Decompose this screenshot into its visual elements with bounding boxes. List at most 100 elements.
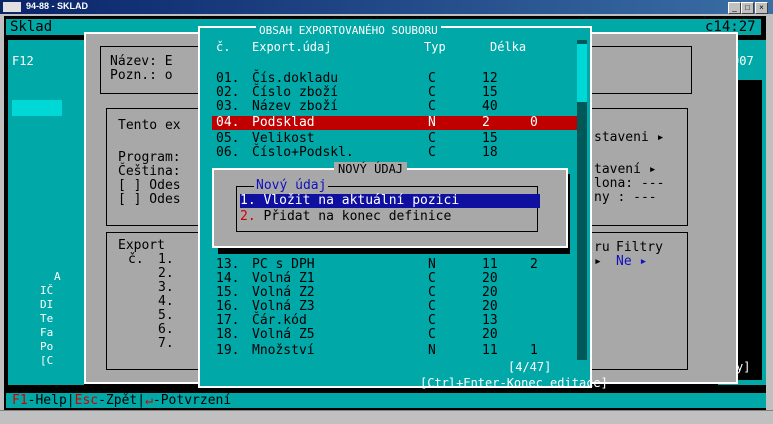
help-key[interactable]: F1 <box>12 393 28 408</box>
export-row-type[interactable]: C <box>428 86 436 100</box>
export-row-type[interactable]: C <box>428 72 436 86</box>
option-label: Vložit na aktuální pozici <box>263 193 460 208</box>
export-row-len[interactable]: 20 <box>482 300 498 314</box>
name-label: Název: E <box>110 54 173 69</box>
export-row-type[interactable]: N <box>428 116 436 130</box>
settings-link-2[interactable]: tavení ▸ <box>594 162 657 177</box>
right-panel-bottom: y] <box>736 360 751 374</box>
program-label: Program: <box>118 150 181 165</box>
export-row-len[interactable]: 2 <box>482 116 490 130</box>
left-row: [C <box>40 354 54 367</box>
export-row-number[interactable]: 18. <box>216 328 239 342</box>
send-checkbox-1[interactable]: [ ] Odes <box>118 178 181 193</box>
export-row-number[interactable]: 19. <box>216 344 239 358</box>
export-row-number[interactable]: 14. <box>216 272 239 286</box>
left-row: Fa <box>40 326 54 339</box>
export-number: 2. <box>158 266 174 281</box>
export-row-len[interactable]: 15 <box>482 86 498 100</box>
enter-key-icon[interactable]: ↵ <box>145 393 153 408</box>
export-row-len[interactable]: 13 <box>482 314 498 328</box>
export-row-name[interactable]: Čís.dokladu <box>252 72 338 86</box>
export-row-name[interactable]: Množství <box>252 344 315 358</box>
export-row-len[interactable]: 20 <box>482 328 498 342</box>
export-row-len[interactable]: 40 <box>482 100 498 114</box>
left-panel-key: F12 <box>12 54 34 68</box>
export-row-number[interactable]: 05. <box>216 132 239 146</box>
option-label: Přidat na konec definice <box>263 209 452 224</box>
export-row-name[interactable]: Čár.kód <box>252 314 307 328</box>
cestina-label: Čeština: <box>118 164 181 179</box>
column-number: č. <box>216 40 231 54</box>
export-row-number[interactable]: 13. <box>216 258 239 272</box>
app-name: Sklad <box>10 19 53 35</box>
export-row-name[interactable]: Název zboží <box>252 100 338 114</box>
export-number: 5. <box>158 308 174 323</box>
export-row-number[interactable]: 02. <box>216 86 239 100</box>
row-counter: [4/47] <box>508 360 552 374</box>
minimize-icon[interactable]: _ <box>728 2 741 14</box>
export-row-type[interactable]: N <box>428 258 436 272</box>
export-row-name[interactable]: Číslo zboží <box>252 86 338 100</box>
export-row-type[interactable]: C <box>428 100 436 114</box>
confirm-text: -Potvrzení <box>152 393 232 408</box>
export-row-len[interactable]: 12 <box>482 72 498 86</box>
export-number: 7. <box>158 336 174 351</box>
option-number: 2. <box>240 209 256 224</box>
export-row-type[interactable]: N <box>428 344 436 358</box>
maximize-icon[interactable]: □ <box>741 2 754 14</box>
modal-group-label: Nový údaj <box>254 178 329 193</box>
export-row-number[interactable]: 16. <box>216 300 239 314</box>
option-insert-at-position[interactable]: 1. Vložit na aktuální pozici <box>240 194 540 208</box>
export-row-dec[interactable]: 0 <box>530 116 538 130</box>
export-row-type[interactable]: C <box>428 286 436 300</box>
export-row-len[interactable]: 20 <box>482 286 498 300</box>
export-row-name[interactable]: Velikost <box>252 132 315 146</box>
export-row-number[interactable]: 01. <box>216 72 239 86</box>
export-row-type[interactable]: C <box>428 272 436 286</box>
send-checkbox-2[interactable]: [ ] Odes <box>118 192 181 207</box>
column-type: Typ <box>424 40 446 54</box>
export-row-number[interactable]: 06. <box>216 146 239 160</box>
export-row-name[interactable]: Volná Z1 <box>252 272 315 286</box>
export-row-type[interactable]: C <box>428 132 436 146</box>
export-row-number[interactable]: 03. <box>216 100 239 114</box>
export-row-type[interactable]: C <box>428 314 436 328</box>
export-row-len[interactable]: 11 <box>482 258 498 272</box>
export-number: 6. <box>158 322 174 337</box>
export-row-len[interactable]: 20 <box>482 272 498 286</box>
export-number-header: č. <box>128 252 144 267</box>
export-scroll-thumb[interactable] <box>577 44 587 102</box>
close-icon[interactable]: × <box>755 2 768 14</box>
export-row-type[interactable]: C <box>428 300 436 314</box>
back-key[interactable]: Esc <box>75 393 98 408</box>
export-row-type[interactable]: C <box>428 328 436 342</box>
export-row-name[interactable]: Volná Z3 <box>252 300 315 314</box>
export-label: Export <box>118 238 165 253</box>
export-row-dec[interactable]: 1 <box>530 344 538 358</box>
export-row-dec[interactable]: 2 <box>530 258 538 272</box>
left-row: A <box>54 270 61 283</box>
option-append-to-end[interactable]: 2. Přidat na konec definice <box>240 210 540 224</box>
export-row-number[interactable]: 17. <box>216 314 239 328</box>
left-panel-selection <box>12 100 62 116</box>
horizontal-scrollbar[interactable] <box>0 410 773 424</box>
settings-link-1[interactable]: staveni ▸ <box>594 130 664 145</box>
help-text: -Help| <box>27 393 75 408</box>
export-row-name[interactable]: PC s DPH <box>252 258 315 272</box>
export-row-name[interactable]: Volná Z5 <box>252 328 315 342</box>
export-row-type[interactable]: C <box>428 146 436 160</box>
export-row-name[interactable]: Podsklad <box>252 116 315 130</box>
export-row-len[interactable]: 11 <box>482 344 498 358</box>
export-row-number[interactable]: 04. <box>216 116 239 130</box>
export-row-name[interactable]: Volná Z2 <box>252 286 315 300</box>
export-row-len[interactable]: 15 <box>482 132 498 146</box>
export-row-name[interactable]: Číslo+Podskl. <box>252 146 354 160</box>
export-row-number[interactable]: 15. <box>216 286 239 300</box>
export-row-len[interactable]: 18 <box>482 146 498 160</box>
left-row: IČ <box>40 284 54 297</box>
back-text: -Zpět| <box>98 393 146 408</box>
left-row: Po <box>40 340 54 353</box>
filters-value[interactable]: Ne ▸ <box>616 254 647 269</box>
left-row: DI <box>40 298 54 311</box>
title-bar[interactable] <box>0 0 773 14</box>
